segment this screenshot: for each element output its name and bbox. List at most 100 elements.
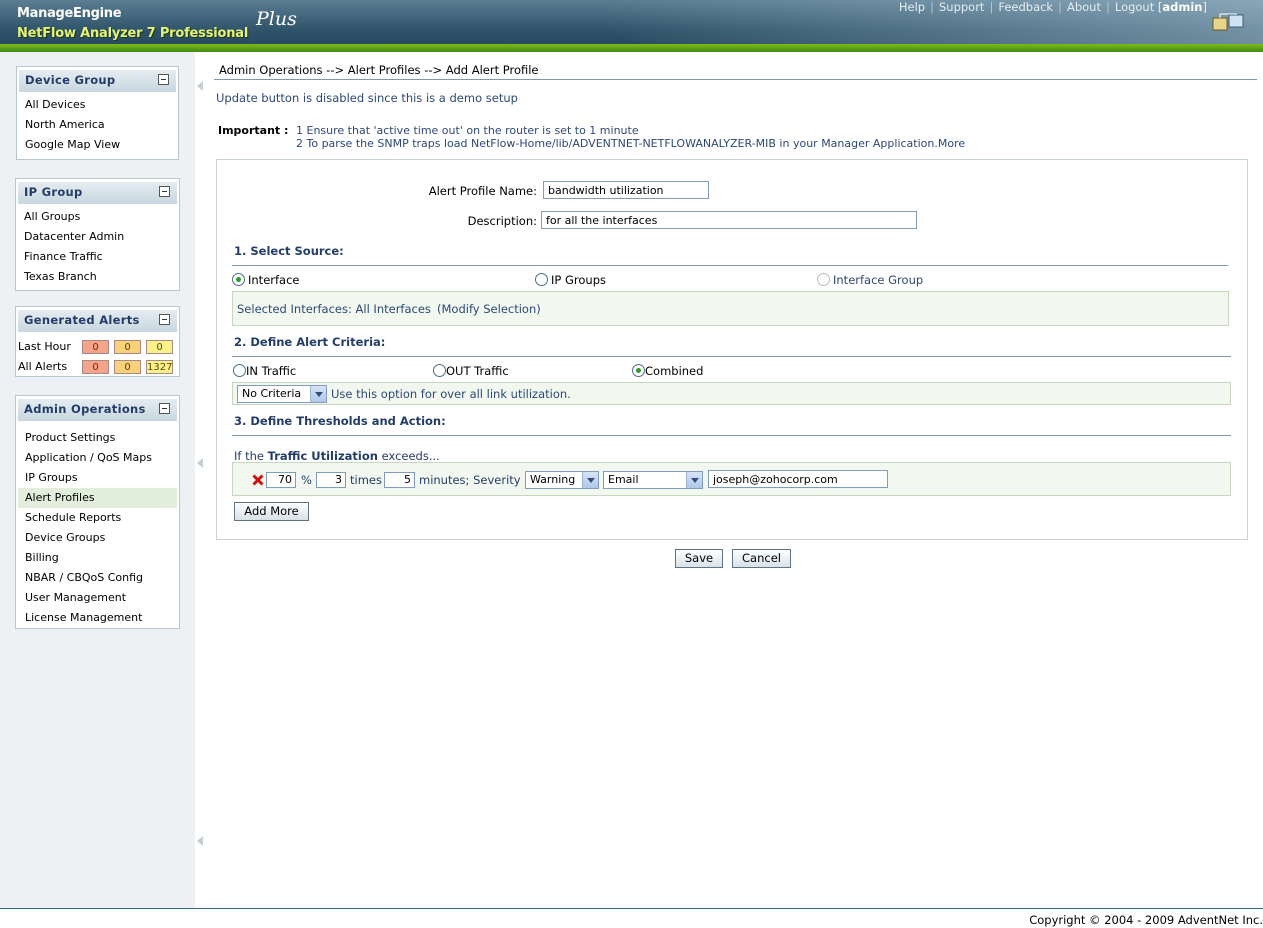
minutes-input[interactable]: 5 bbox=[384, 472, 415, 488]
alert-count-warning[interactable]: 0 bbox=[146, 340, 173, 354]
radio-source-interface[interactable]: Interface bbox=[232, 273, 300, 287]
breadcrumb-divider bbox=[214, 79, 1257, 80]
action-select[interactable]: Email bbox=[603, 471, 703, 489]
footer: Copyright © 2004 - 2009 AdventNet Inc. bbox=[0, 908, 1263, 928]
criteria-box: No Criteria Use this option for over all… bbox=[232, 382, 1231, 405]
sidebar-item-device-groups[interactable]: Device Groups bbox=[18, 528, 177, 548]
alert-count-warning[interactable]: 1327 bbox=[146, 360, 173, 374]
sidebar-item-license-management[interactable]: License Management bbox=[18, 608, 177, 628]
product-plus: Plus bbox=[256, 8, 297, 30]
top-nav: Help | Support | Feedback | About | Logout [admi… bbox=[898, 0, 1207, 14]
sidebar-item-google-map-view[interactable]: Google Map View bbox=[19, 135, 176, 155]
collapse-icon[interactable] bbox=[159, 186, 170, 197]
cancel-button[interactable]: Cancel bbox=[732, 549, 791, 568]
radio-out-traffic[interactable]: OUT Traffic bbox=[433, 364, 509, 378]
alert-count-critical[interactable]: 0 bbox=[82, 340, 109, 354]
sidebar-item-all-devices[interactable]: All Devices bbox=[19, 95, 176, 115]
percent-input[interactable]: 70 bbox=[266, 472, 296, 488]
alerts-row-last-hour: Last Hour 0 0 0 bbox=[16, 337, 179, 357]
sidebar-item-all-groups[interactable]: All Groups bbox=[18, 207, 177, 227]
app-header: ManageEngine NetFlow Analyzer 7 Professi… bbox=[0, 0, 1263, 52]
save-button[interactable]: Save bbox=[675, 549, 723, 568]
sidebar-item-nbar-cbqos-config[interactable]: NBAR / CBQoS Config bbox=[18, 568, 177, 588]
section-define-criteria: 2. Define Alert Criteria: bbox=[234, 335, 386, 349]
sidebar-item-datacenter-admin[interactable]: Datacenter Admin bbox=[18, 227, 177, 247]
collapse-sidebar-icon[interactable] bbox=[193, 79, 207, 93]
modify-selection-link[interactable]: (Modify Selection) bbox=[437, 302, 541, 316]
sidebar-item-north-america[interactable]: North America bbox=[19, 115, 176, 135]
important-label: Important : bbox=[218, 124, 289, 137]
logout-link[interactable]: Logout bbox=[1115, 0, 1154, 14]
profile-name-label: Alert Profile Name: bbox=[428, 184, 537, 198]
sidebar-item-texas-branch[interactable]: Texas Branch bbox=[18, 267, 177, 287]
alerts-row-label: All Alerts bbox=[18, 360, 68, 373]
header-green-bar bbox=[0, 44, 1263, 52]
sidebar-item-ip-groups[interactable]: IP Groups bbox=[18, 468, 177, 488]
generated-alerts-panel: Generated Alerts Last Hour 0 0 0 All Ale… bbox=[15, 306, 180, 377]
section-select-source: 1. Select Source: bbox=[234, 244, 344, 258]
sidebar-item-user-management[interactable]: User Management bbox=[18, 588, 177, 608]
sidebar-item-application-qos-maps[interactable]: Application / QoS Maps bbox=[18, 448, 177, 468]
main-content: Admin Operations --> Alert Profiles --> … bbox=[207, 52, 1263, 908]
description-input[interactable] bbox=[541, 211, 917, 229]
feedback-link[interactable]: Feedback bbox=[998, 0, 1053, 14]
help-link[interactable]: Help bbox=[899, 0, 925, 14]
radio-source-interface-group[interactable]: Interface Group bbox=[817, 273, 923, 287]
network-icon[interactable] bbox=[1212, 13, 1245, 32]
sidebar-item-alert-profiles[interactable]: Alert Profiles bbox=[18, 488, 177, 508]
sidebar-item-product-settings[interactable]: Product Settings bbox=[18, 428, 177, 448]
alert-count-major[interactable]: 0 bbox=[114, 340, 141, 354]
collapse-icon[interactable] bbox=[159, 403, 170, 414]
percent-unit: % bbox=[301, 473, 312, 487]
sidebar: Device Group All Devices North America G… bbox=[0, 52, 195, 908]
radio-source-ip-groups[interactable]: IP Groups bbox=[535, 273, 606, 287]
sidebar-item-finance-traffic[interactable]: Finance Traffic bbox=[18, 247, 177, 267]
collapse-sidebar-icon[interactable] bbox=[193, 834, 207, 848]
panel-title: IP Group bbox=[24, 185, 83, 199]
threshold-row: 70 % 3 times 5 minutes; Severity Warning… bbox=[232, 462, 1231, 496]
current-user: admin bbox=[1162, 0, 1203, 14]
breadcrumb: Admin Operations --> Alert Profiles --> … bbox=[219, 63, 539, 77]
criteria-select[interactable]: No Criteria bbox=[237, 385, 327, 403]
chevron-down-icon bbox=[310, 386, 326, 402]
times-input[interactable]: 3 bbox=[316, 472, 346, 488]
section-thresholds: 3. Define Thresholds and Action: bbox=[234, 414, 446, 428]
admin-operations-panel: Admin Operations Product Settings Applic… bbox=[15, 395, 180, 629]
radio-icon bbox=[433, 364, 446, 377]
sidebar-item-schedule-reports[interactable]: Schedule Reports bbox=[18, 508, 177, 528]
panel-header: Admin Operations bbox=[18, 398, 177, 421]
radio-icon bbox=[817, 273, 830, 286]
alert-count-critical[interactable]: 0 bbox=[82, 360, 109, 374]
sidebar-item-billing[interactable]: Billing bbox=[18, 548, 177, 568]
important-note-2[interactable]: 2 To parse the SNMP traps load NetFlow-H… bbox=[296, 137, 965, 150]
alerts-row-label: Last Hour bbox=[18, 340, 71, 353]
add-more-button[interactable]: Add More bbox=[234, 502, 309, 521]
support-link[interactable]: Support bbox=[939, 0, 984, 14]
radio-in-traffic[interactable]: IN Traffic bbox=[233, 364, 296, 378]
email-input[interactable] bbox=[708, 470, 888, 488]
device-group-panel: Device Group All Devices North America G… bbox=[16, 66, 179, 160]
panel-header: IP Group bbox=[18, 181, 177, 204]
section-divider bbox=[232, 356, 1231, 357]
radio-combined[interactable]: Combined bbox=[632, 364, 703, 378]
profile-name-input[interactable] bbox=[543, 181, 709, 199]
selected-interfaces-box: Selected Interfaces: All Interfaces (Mod… bbox=[232, 291, 1229, 326]
severity-select[interactable]: Warning bbox=[525, 471, 599, 489]
collapse-icon[interactable] bbox=[158, 74, 169, 85]
radio-icon bbox=[233, 364, 246, 377]
copyright: Copyright © 2004 - 2009 AdventNet Inc. bbox=[1029, 913, 1263, 927]
demo-note: Update button is disabled since this is … bbox=[216, 91, 518, 105]
chevron-down-icon bbox=[686, 472, 702, 488]
ip-group-panel: IP Group All Groups Datacenter Admin Fin… bbox=[15, 178, 180, 291]
collapse-icon[interactable] bbox=[159, 314, 170, 325]
collapse-sidebar-icon[interactable] bbox=[193, 456, 207, 470]
panel-header: Device Group bbox=[19, 69, 176, 92]
threshold-sentence: If the Traffic Utilization exceeds... bbox=[234, 449, 440, 463]
alerts-row-all: All Alerts 0 0 1327 bbox=[16, 357, 179, 377]
delete-icon[interactable] bbox=[252, 474, 264, 486]
radio-selected-icon bbox=[632, 364, 645, 377]
description-label: Description: bbox=[467, 214, 537, 228]
about-link[interactable]: About bbox=[1067, 0, 1101, 14]
important-note-1: 1 Ensure that 'active time out' on the r… bbox=[296, 124, 639, 137]
alert-count-major[interactable]: 0 bbox=[114, 360, 141, 374]
